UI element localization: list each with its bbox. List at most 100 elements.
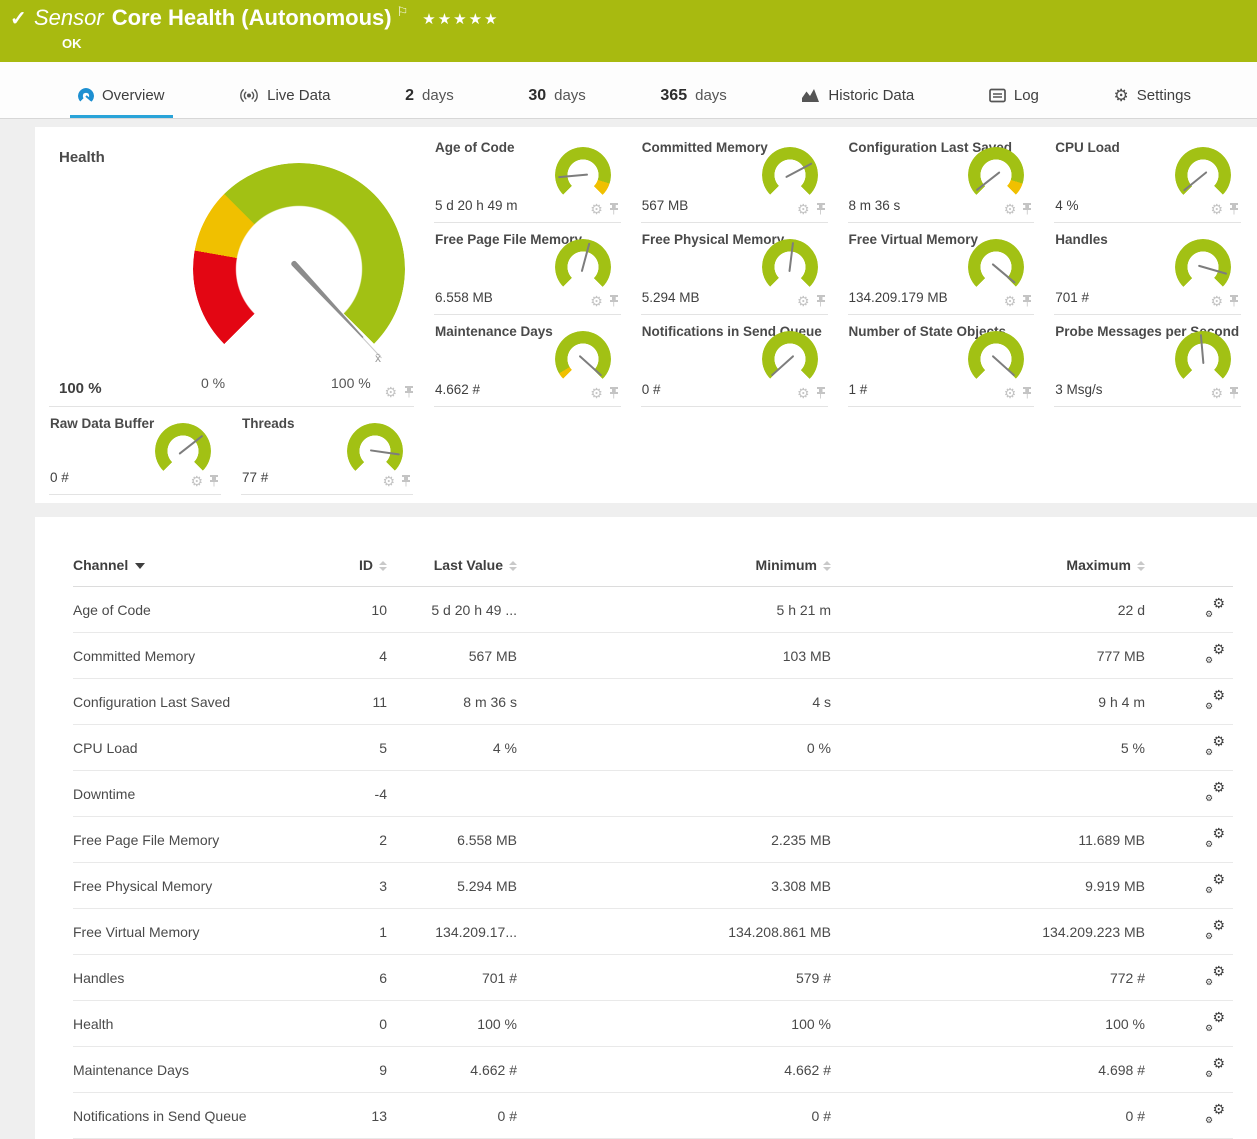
channel-gauge-card[interactable]: Probe Messages per Second 3 Msg/s ⚙ <box>1050 315 1257 407</box>
channel-row[interactable]: Free Physical Memory 3 5.294 MB 3.308 MB… <box>73 863 1233 909</box>
gear-icon[interactable]: ⚙ <box>797 294 810 308</box>
pin-icon[interactable] <box>815 387 826 400</box>
pin-icon[interactable] <box>1021 387 1032 400</box>
gear-icon[interactable]: ⚙ <box>1210 294 1223 308</box>
gear-icon[interactable]: ⚙ <box>590 294 603 308</box>
pin-icon[interactable] <box>608 203 619 216</box>
channel-row[interactable]: Age of Code 10 5 d 20 h 49 ... 5 h 21 m … <box>73 587 1233 633</box>
channel-row[interactable]: Notifications in Send Queue 13 0 # 0 # 0… <box>73 1093 1233 1139</box>
channel-row[interactable]: CPU Load 5 4 % 0 % 5 % ⚙⚙ <box>73 725 1233 771</box>
pin-icon[interactable] <box>815 295 826 308</box>
cell-maximum: 777 MB <box>831 633 1145 679</box>
pin-icon[interactable] <box>208 475 219 488</box>
channel-settings-icon[interactable]: ⚙⚙ <box>1205 1013 1225 1031</box>
pin-icon[interactable] <box>400 475 411 488</box>
gear-icon[interactable]: ⚙ <box>190 474 203 488</box>
tab-365-days[interactable]: 365 days <box>652 62 734 118</box>
cell-last-value: 701 # <box>387 955 517 1001</box>
pin-icon[interactable] <box>1228 295 1239 308</box>
health-gauge-card[interactable]: Health 0 % 100 % x̄ 100 % ⚙ <box>45 131 430 407</box>
channel-gauge-card[interactable]: Free Physical Memory 5.294 MB ⚙ <box>637 223 844 315</box>
cell-id: 6 <box>325 955 387 1001</box>
column-header-maximum[interactable]: Maximum <box>831 547 1145 587</box>
channel-row[interactable]: Committed Memory 4 567 MB 103 MB 777 MB … <box>73 633 1233 679</box>
cell-last-value: 0 # <box>387 1093 517 1139</box>
gear-icon[interactable]: ⚙ <box>1210 202 1223 216</box>
pin-icon[interactable] <box>403 386 414 399</box>
pin-icon[interactable] <box>1228 203 1239 216</box>
channel-gauge-card[interactable]: Committed Memory 567 MB ⚙ <box>637 131 844 223</box>
channel-gauge-card[interactable]: Raw Data Buffer 0 # ⚙ <box>45 407 237 495</box>
flag-icon[interactable]: ⚐ <box>397 4 409 20</box>
channel-gauge-card[interactable]: Age of Code 5 d 20 h 49 m ⚙ <box>430 131 637 223</box>
gauge-mean-marker: x̄ <box>375 351 381 365</box>
channel-gauge-card[interactable]: CPU Load 4 % ⚙ <box>1050 131 1257 223</box>
channel-gauge-card[interactable]: Notifications in Send Queue 0 # ⚙ <box>637 315 844 407</box>
cell-minimum: 100 % <box>517 1001 831 1047</box>
channel-settings-icon[interactable]: ⚙⚙ <box>1205 829 1225 847</box>
gear-icon[interactable]: ⚙ <box>797 386 810 400</box>
pin-icon[interactable] <box>1021 203 1032 216</box>
gauge-value: 567 MB <box>642 198 689 213</box>
channel-row[interactable]: Free Page File Memory 2 6.558 MB 2.235 M… <box>73 817 1233 863</box>
tab-historic-data[interactable]: Historic Data <box>793 62 922 118</box>
gear-icon[interactable]: ⚙ <box>382 474 395 488</box>
channel-row[interactable]: Maintenance Days 9 4.662 # 4.662 # 4.698… <box>73 1047 1233 1093</box>
tab-30-days[interactable]: 30 days <box>520 62 593 118</box>
sensor-title-row: Sensor Core Health (Autonomous) ⚐ ★★★★★ <box>0 0 1257 32</box>
cell-channel: Downtime <box>73 771 325 817</box>
pin-icon[interactable] <box>608 387 619 400</box>
column-header-minimum[interactable]: Minimum <box>517 547 831 587</box>
channel-row[interactable]: Configuration Last Saved 11 8 m 36 s 4 s… <box>73 679 1233 725</box>
channel-settings-icon[interactable]: ⚙⚙ <box>1205 783 1225 801</box>
tab-settings[interactable]: ⚙ Settings <box>1106 62 1199 118</box>
pin-icon[interactable] <box>608 295 619 308</box>
channel-gauge-card[interactable]: Threads 77 # ⚙ <box>237 407 429 495</box>
gear-icon[interactable]: ⚙ <box>590 386 603 400</box>
cell-last-value: 567 MB <box>387 633 517 679</box>
pin-icon[interactable] <box>1228 387 1239 400</box>
channel-row[interactable]: Free Virtual Memory 1 134.209.17... 134.… <box>73 909 1233 955</box>
channel-settings-icon[interactable]: ⚙⚙ <box>1205 1059 1225 1077</box>
channel-settings-icon[interactable]: ⚙⚙ <box>1205 737 1225 755</box>
tab-2-days[interactable]: 2 days <box>397 62 462 118</box>
tab-log[interactable]: Log <box>981 62 1047 118</box>
gear-icon[interactable]: ⚙ <box>1004 202 1017 216</box>
priority-stars[interactable]: ★★★★★ <box>422 10 499 28</box>
channel-settings-icon[interactable]: ⚙⚙ <box>1205 645 1225 663</box>
tab-overview[interactable]: Overview <box>70 62 173 118</box>
pin-icon[interactable] <box>1021 295 1032 308</box>
channel-gauge-card[interactable]: Free Page File Memory 6.558 MB ⚙ <box>430 223 637 315</box>
gear-icon[interactable]: ⚙ <box>1004 386 1017 400</box>
channel-row[interactable]: Health 0 100 % 100 % 100 % ⚙⚙ <box>73 1001 1233 1047</box>
channel-row[interactable]: Handles 6 701 # 579 # 772 # ⚙⚙ <box>73 955 1233 1001</box>
channel-settings-icon[interactable]: ⚙⚙ <box>1205 875 1225 893</box>
cell-maximum: 5 % <box>831 725 1145 771</box>
gear-icon[interactable]: ⚙ <box>384 385 397 399</box>
gear-icon[interactable]: ⚙ <box>1004 294 1017 308</box>
cell-minimum: 4.662 # <box>517 1047 831 1093</box>
channel-gauge-card[interactable]: Free Virtual Memory 134.209.179 MB ⚙ <box>844 223 1051 315</box>
gear-icon[interactable]: ⚙ <box>1210 386 1223 400</box>
column-header-id[interactable]: ID <box>325 547 387 587</box>
gear-icon[interactable]: ⚙ <box>590 202 603 216</box>
channel-gauge-card[interactable]: Configuration Last Saved 8 m 36 s ⚙ <box>844 131 1051 223</box>
tab-live-data[interactable]: Live Data <box>231 62 338 118</box>
channel-gauge-card[interactable]: Maintenance Days 4.662 # ⚙ <box>430 315 637 407</box>
channel-table-panel: Channel ID Last Value Minimum Maximum <box>35 517 1257 1139</box>
channel-gauge-card[interactable]: Number of State Objects 1 # ⚙ <box>844 315 1051 407</box>
channel-settings-icon[interactable]: ⚙⚙ <box>1205 1105 1225 1123</box>
channel-row[interactable]: Downtime -4 ⚙⚙ <box>73 771 1233 817</box>
channel-table: Channel ID Last Value Minimum Maximum <box>73 547 1233 1139</box>
channel-settings-icon[interactable]: ⚙⚙ <box>1205 599 1225 617</box>
gauges-panel: Health 0 % 100 % x̄ 100 % ⚙ Age of Code <box>35 127 1257 503</box>
channel-settings-icon[interactable]: ⚙⚙ <box>1205 691 1225 709</box>
gear-icon[interactable]: ⚙ <box>797 202 810 216</box>
channel-gauge-card[interactable]: Handles 701 # ⚙ <box>1050 223 1257 315</box>
column-header-last-value[interactable]: Last Value <box>387 547 517 587</box>
tab-label: Log <box>1014 87 1039 104</box>
pin-icon[interactable] <box>815 203 826 216</box>
column-header-channel[interactable]: Channel <box>73 547 325 587</box>
channel-settings-icon[interactable]: ⚙⚙ <box>1205 967 1225 985</box>
channel-settings-icon[interactable]: ⚙⚙ <box>1205 921 1225 939</box>
